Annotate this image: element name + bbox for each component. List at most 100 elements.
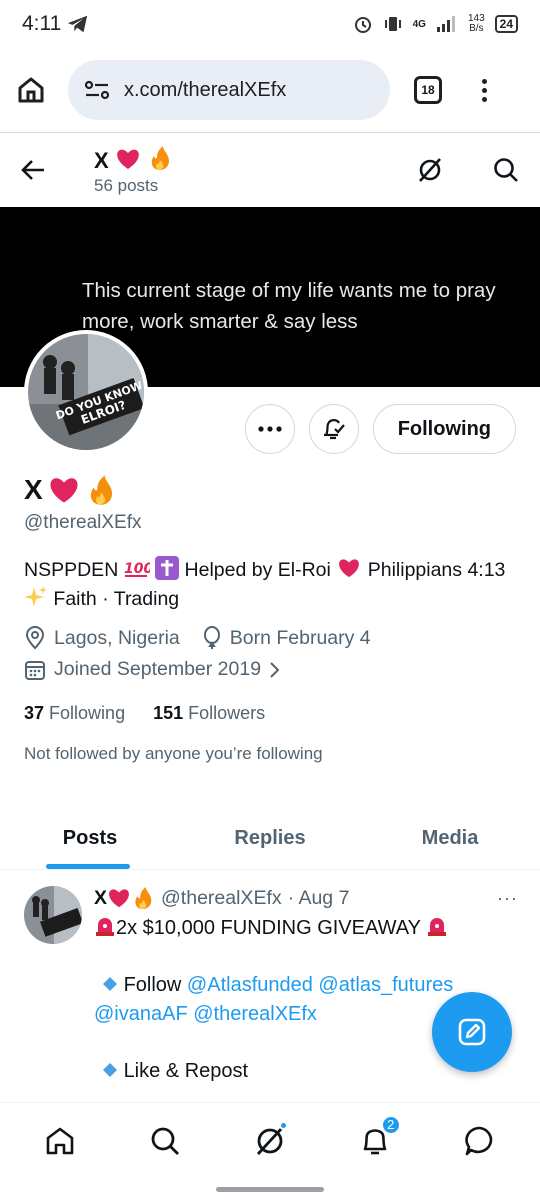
bottom-navigation: 2 <box>0 1102 540 1178</box>
nav-home[interactable] <box>36 1117 84 1165</box>
post-more-button[interactable]: ··· <box>497 888 518 909</box>
cross-icon <box>155 556 180 580</box>
fire-icon <box>151 145 169 170</box>
tab-switcher-button[interactable]: 18 <box>414 76 442 104</box>
banner-text: This current stage of my life wants me t… <box>82 279 496 333</box>
display-name: X <box>24 474 518 506</box>
posts-count: 56 posts <box>94 175 159 195</box>
profile-actions: Following <box>244 404 516 454</box>
chat-bubble-icon <box>464 1126 492 1155</box>
back-arrow-icon[interactable] <box>20 158 46 182</box>
not-followed-note: Not followed by anyone you’re following <box>24 744 323 763</box>
bio-text: Philippians 4:13 <box>367 559 506 581</box>
compose-button[interactable] <box>432 992 512 1072</box>
birthday: Born February 4 <box>202 626 371 650</box>
telegram-icon <box>68 15 88 33</box>
network-type: 4G <box>412 18 426 30</box>
heart-icon <box>109 889 129 908</box>
profile-bio: NSPPDEN 100 Helped by El-Roi Philippians… <box>24 556 518 614</box>
tab-replies[interactable]: Replies <box>180 808 360 869</box>
sparkles-icon <box>24 586 47 607</box>
nav-messages[interactable] <box>456 1117 504 1165</box>
compose-icon <box>458 1018 486 1046</box>
following-button[interactable]: Following <box>372 404 516 454</box>
heart-icon <box>50 478 78 503</box>
profile-avatar[interactable]: DO YOU KNOW ELROI? <box>24 330 148 454</box>
bio-text: Helped by El-Roi <box>184 559 331 581</box>
followers-label: Followers <box>188 703 266 723</box>
post-header: X @therealXEfx · Aug 7 ··· <box>94 886 518 910</box>
status-time: 4:11 <box>22 12 62 35</box>
mention-link[interactable]: @atlas_futures <box>318 974 453 996</box>
followers-stat[interactable]: 151 Followers <box>153 703 265 724</box>
avatar-image: DO YOU KNOW ELROI? <box>28 334 144 450</box>
site-settings-icon[interactable] <box>84 79 110 101</box>
alarm-icon <box>354 17 371 33</box>
url-text[interactable]: x.com/therealXEfx <box>124 79 286 102</box>
mention-link[interactable]: @therealXEfx <box>193 1003 317 1025</box>
location: Lagos, Nigeria <box>24 626 180 650</box>
more-options-button[interactable] <box>244 404 295 454</box>
search-icon[interactable] <box>492 156 520 184</box>
home-icon[interactable] <box>16 75 46 105</box>
siren-icon <box>96 918 114 936</box>
blue-diamond-icon <box>103 977 117 991</box>
joined-text: Joined September 2019 <box>54 658 262 680</box>
avatar-image <box>24 886 82 944</box>
birthday-text: Born February 4 <box>229 626 371 649</box>
following-count: 37 <box>24 703 45 723</box>
tab-posts[interactable]: Posts <box>0 808 180 869</box>
mention-link[interactable]: @ivanaAF <box>94 1003 188 1025</box>
heart-icon <box>116 149 139 169</box>
profile-meta: Lagos, Nigeria Born February 4 <box>24 626 518 650</box>
balloon-icon <box>203 626 220 649</box>
nav-notifications[interactable]: 2 <box>351 1114 401 1165</box>
profile-tabs: Posts Replies Media <box>0 808 540 870</box>
notifications-subscribe-button[interactable] <box>308 404 359 454</box>
bell-check-icon <box>323 419 345 440</box>
more-horizontal-icon <box>258 426 282 432</box>
followers-count: 151 <box>153 703 184 723</box>
post-handle[interactable]: @therealXEfx <box>161 887 282 910</box>
post-like-repost: Like & Repost <box>123 1060 249 1082</box>
profile-info: X @therealXEfx NSPPDEN 100 Helped by El-… <box>24 474 518 764</box>
heart-icon <box>339 559 360 578</box>
location-pin-icon <box>25 626 45 650</box>
hundred-points-icon: 100 <box>124 561 153 577</box>
nav-grok[interactable] <box>246 1117 294 1165</box>
signal-icon <box>436 16 455 32</box>
joined-row[interactable]: Joined September 2019 <box>24 658 518 681</box>
vibrate-icon <box>384 17 401 31</box>
grok-icon[interactable] <box>416 156 444 184</box>
post-headline: 2x $10,000 FUNDING GIVEAWAY <box>116 917 421 939</box>
browser-toolbar: x.com/therealXEfx 18 <box>0 58 540 122</box>
follow-stats: 37 Following 151 Followers <box>24 703 518 724</box>
profile-handle: @therealXEfx <box>24 512 142 533</box>
nav-search[interactable] <box>141 1117 189 1165</box>
mention-link[interactable]: @Atlasfunded <box>187 974 313 996</box>
search-icon <box>151 1127 180 1155</box>
home-indicator[interactable] <box>216 1187 324 1192</box>
post-author-name[interactable]: X <box>94 886 155 910</box>
bio-text: Faith · Trading <box>53 588 180 610</box>
post-headline-line: 2x $10,000 FUNDING GIVEAWAY <box>94 914 518 943</box>
profile-header: X 56 posts <box>0 133 540 207</box>
display-name-text: X <box>24 474 43 505</box>
post-avatar[interactable] <box>24 886 82 944</box>
post-follow-label: Follow <box>123 974 182 996</box>
notifications-badge: 2 <box>380 1114 401 1135</box>
browser-menu-icon[interactable] <box>482 78 487 102</box>
grok-indicator-dot <box>278 1120 288 1130</box>
calendar-icon <box>25 660 45 680</box>
status-bar: 4:11 4G 143 B/s 24 <box>0 0 540 48</box>
home-icon <box>47 1127 74 1154</box>
address-bar[interactable]: x.com/therealXEfx <box>68 60 390 120</box>
following-label: Following <box>49 703 126 723</box>
post-date[interactable]: · Aug 7 <box>288 887 350 910</box>
tab-media[interactable]: Media <box>360 808 540 869</box>
header-title: X 56 posts <box>94 145 173 196</box>
following-stat[interactable]: 37 Following <box>24 703 125 724</box>
blue-diamond-icon <box>103 1063 117 1077</box>
fire-icon <box>135 886 152 910</box>
fire-icon <box>90 475 112 505</box>
